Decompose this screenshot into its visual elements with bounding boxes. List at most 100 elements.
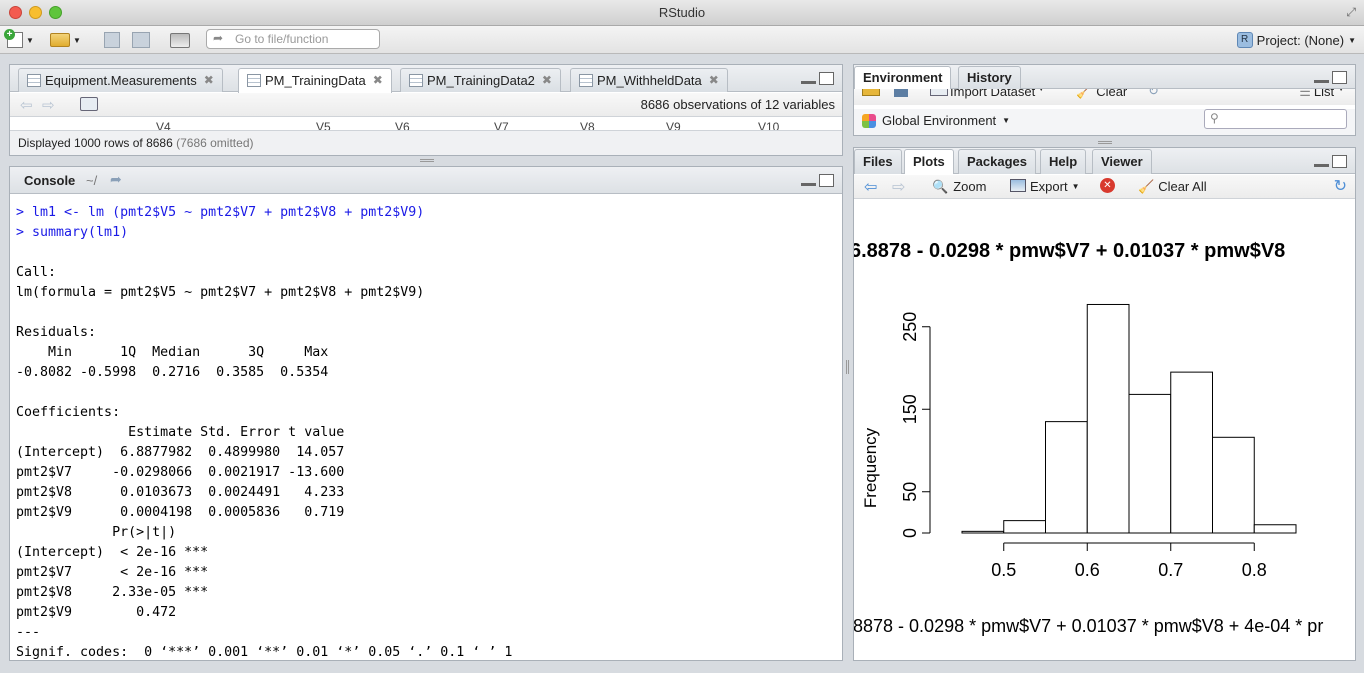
close-tab-icon[interactable]: ✖	[542, 73, 552, 87]
tab-viewer[interactable]: Viewer	[1092, 149, 1152, 174]
save-button[interactable]	[104, 30, 120, 50]
new-file-icon: +	[4, 29, 23, 48]
console-window-controls	[801, 174, 834, 187]
environment-pane: Environment History Import Dataset ▼ 🧹 C…	[853, 64, 1356, 136]
column-header[interactable]: V5	[316, 120, 331, 130]
console-header: Console ~/ ➦	[10, 167, 842, 194]
column-header[interactable]: V4	[156, 120, 171, 130]
table-icon	[579, 74, 593, 87]
tab-label: History	[967, 70, 1012, 85]
tab-label: Environment	[863, 70, 943, 85]
tab-equipment-measurements[interactable]: Equipment.Measurements ✖	[18, 68, 223, 92]
maximize-pane-icon[interactable]	[1332, 71, 1347, 84]
horizontal-splitter[interactable]	[420, 159, 434, 162]
column-header[interactable]: V6	[395, 120, 410, 130]
open-file-button[interactable]: ▼	[50, 30, 81, 50]
tab-plots[interactable]: Plots	[904, 149, 954, 174]
search-icon: ⚲	[1210, 111, 1219, 125]
close-tab-icon[interactable]: ✖	[373, 73, 383, 87]
close-tab-icon[interactable]: ✖	[204, 73, 214, 87]
broom-icon: 🧹	[1138, 179, 1155, 194]
omitted-text: (7686 omitted)	[176, 136, 254, 150]
close-tab-icon[interactable]: ✖	[709, 73, 719, 87]
project-menu[interactable]: R Project: (None) ▼	[1236, 32, 1356, 48]
save-workspace-icon[interactable]	[894, 89, 908, 97]
minimize-pane-icon[interactable]	[1314, 155, 1329, 167]
tab-pm-withhelddata[interactable]: PM_WithheldData ✖	[570, 68, 728, 92]
tab-packages[interactable]: Packages	[958, 149, 1036, 174]
env-tabstrip: Environment History	[854, 65, 1355, 89]
maximize-pane-icon[interactable]	[819, 174, 834, 187]
maximize-pane-icon[interactable]	[819, 72, 834, 85]
y-axis-label: Frequency	[861, 427, 880, 508]
tab-pm-trainingdata2[interactable]: PM_TrainingData2 ✖	[400, 68, 561, 92]
tab-label: Help	[1049, 154, 1078, 169]
export-menu[interactable]: Export ▼	[1010, 179, 1080, 194]
back-arrow-icon[interactable]: ⇦	[20, 96, 33, 114]
new-file-button[interactable]: + ▼	[4, 29, 34, 50]
console-title: Console	[24, 173, 76, 188]
tab-history[interactable]: History	[958, 66, 1021, 89]
right-horizontal-splitter[interactable]	[1098, 141, 1112, 144]
tab-environment[interactable]: Environment	[854, 66, 952, 89]
print-button[interactable]	[170, 30, 190, 50]
previous-plot-icon[interactable]: ⇦	[864, 177, 877, 197]
x-tick-label: 0.6	[1075, 560, 1100, 580]
console-path[interactable]: ~/	[86, 173, 97, 188]
tab-label: Viewer	[1101, 154, 1143, 169]
x-tick-label: 0.7	[1158, 560, 1183, 580]
tab-help[interactable]: Help	[1040, 149, 1087, 174]
project-icon: R	[1236, 32, 1253, 48]
tab-label: PM_TrainingData	[265, 73, 366, 88]
plots-pane: Files Plots Packages Help Viewer ⇦ ⇨ 🔍 Z…	[853, 147, 1356, 661]
fullscreen-icon[interactable]: ⤢	[1346, 5, 1356, 20]
column-header[interactable]: V9	[666, 120, 681, 130]
console-command: > lm1 <- lm (pmt2$V5 ~ pmt2$V7 + pmt2$V8…	[16, 205, 425, 220]
print-icon	[170, 32, 190, 48]
minimize-pane-icon[interactable]	[1314, 71, 1329, 83]
export-icon	[1010, 179, 1026, 192]
import-dataset-button[interactable]: Import Dataset ▼	[930, 89, 1045, 99]
minimize-pane-icon[interactable]	[801, 174, 816, 186]
tab-label: Packages	[967, 154, 1027, 169]
console-pane: Console ~/ ➦ > lm1 <- lm (pmt2$V5 ~ pmt2…	[9, 166, 843, 661]
refresh-icon[interactable]: ↻	[1148, 89, 1159, 99]
save-all-icon	[132, 32, 150, 48]
displayed-rows-status: Displayed 1000 rows of 8686 (7686 omitte…	[10, 130, 842, 155]
x-tick-label: 0.5	[991, 560, 1016, 580]
x-tick-label: 0.8	[1242, 560, 1267, 580]
popout-icon[interactable]	[80, 97, 98, 111]
histogram-bar	[1253, 524, 1297, 534]
zoom-button[interactable]: 🔍 Zoom	[932, 179, 986, 195]
maximize-pane-icon[interactable]	[1332, 155, 1347, 168]
column-header[interactable]: V10	[758, 120, 779, 130]
goto-file-input[interactable]: ➦ Go to file/function	[206, 29, 380, 49]
save-all-button[interactable]	[132, 30, 150, 50]
column-header[interactable]: V7	[494, 120, 509, 130]
observation-count: 8686 observations of 12 variables	[640, 97, 835, 112]
forward-arrow-icon[interactable]: ⇨	[42, 96, 55, 114]
column-header[interactable]: V8	[580, 120, 595, 130]
load-workspace-icon[interactable]	[862, 89, 880, 96]
refresh-plot-icon[interactable]: ↻	[1334, 176, 1347, 196]
goto-dir-icon[interactable]: ➦	[110, 171, 122, 188]
console-output-area[interactable]: > lm1 <- lm (pmt2$V5 ~ pmt2$V7 + pmt2$V8…	[16, 203, 836, 663]
global-env-menu[interactable]: Global Environment ▼	[862, 113, 1010, 128]
remove-plot-icon[interactable]: ✕	[1100, 178, 1115, 193]
clear-env-button[interactable]: 🧹 Clear	[1076, 89, 1127, 100]
chevron-down-icon: ▼	[1002, 116, 1011, 125]
env-window-controls	[1314, 71, 1347, 84]
env-search-input[interactable]: ⚲	[1204, 109, 1347, 129]
minimize-pane-icon[interactable]	[801, 72, 816, 84]
clear-all-plots-button[interactable]: 🧹 Clear All	[1138, 179, 1207, 195]
vertical-splitter[interactable]	[846, 360, 849, 374]
goto-placeholder: Go to file/function	[235, 32, 329, 46]
table-icon	[409, 74, 423, 87]
tab-files[interactable]: Files	[854, 149, 902, 174]
tab-label: PM_WithheldData	[597, 73, 702, 88]
folder-open-icon	[50, 33, 70, 47]
clear-label: Clear	[1096, 89, 1128, 99]
tab-pm-trainingdata[interactable]: PM_TrainingData ✖	[238, 68, 392, 93]
list-view-menu[interactable]: ☰ List ▼	[1299, 89, 1345, 100]
next-plot-icon[interactable]: ⇨	[892, 177, 905, 197]
